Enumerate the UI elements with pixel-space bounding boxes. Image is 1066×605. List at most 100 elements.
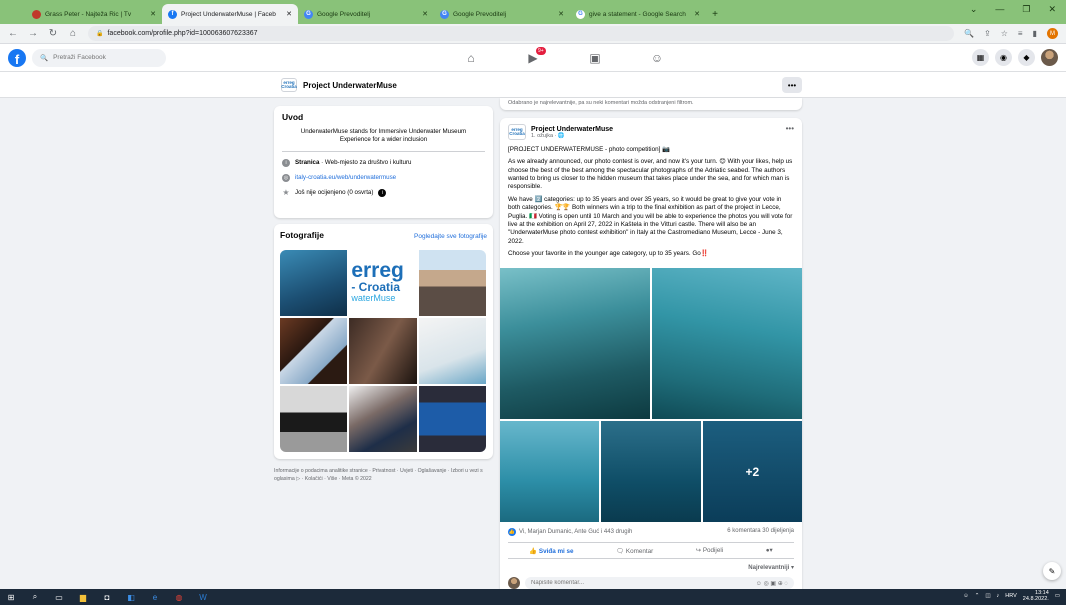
new-tab-button[interactable]: + [706,4,724,24]
post-photo[interactable] [652,268,802,419]
chrome-icon[interactable]: ◍ [174,592,184,602]
network-icon[interactable]: ◫ [985,593,990,599]
profile-avatar[interactable]: M [1047,28,1058,39]
account-avatar[interactable] [1041,49,1058,66]
tab-close-icon[interactable]: ✕ [150,10,156,18]
browser-tab-3[interactable]: G Google Prevoditelj ✕ [298,4,434,24]
photo-thumbnail[interactable] [418,386,486,452]
messenger-icon[interactable]: ◉ [995,49,1012,66]
post-actions: 👍 Sviđa mi se 🗨 Komentar ↪ Podijeli ●▾ [508,542,794,559]
main-nav-tabs: ⌂ ▶ 9+ ▣ ☺ [440,44,688,72]
comment-field[interactable]: ☺ ◎ ▣ ⊕ ◌ [525,577,794,589]
notifications-bell-icon[interactable]: ◆ [1018,49,1035,66]
comment-button[interactable]: 🗨 Komentar [616,547,653,555]
browser-tab-2[interactable]: f Project UnderwaterMuse | Faceb ✕ [162,4,298,24]
browser-toolbar: ← → ↻ ⌂ 🔒 facebook.com/profile.php?id=10… [0,24,1066,44]
word-icon[interactable]: W [198,592,208,602]
post-options-icon[interactable]: ••• [786,124,794,133]
like-button[interactable]: 👍 Sviđa mi se [529,547,573,555]
facebook-logo-icon[interactable]: f [8,48,26,67]
photo-thumbnail[interactable] [349,386,417,452]
task-view-icon[interactable]: ▭ [54,592,64,602]
edge-icon[interactable]: e [150,592,160,602]
photo-thumbnail[interactable] [418,250,486,316]
reload-icon[interactable]: ↻ [48,28,58,39]
home-icon[interactable]: ⌂ [68,28,78,39]
photo-grid: erreg - Croatia waterMuse [280,250,486,452]
facebook-search[interactable]: 🔍 [32,48,166,67]
comment-tools-icon[interactable]: ☺ ◎ ▣ ⊕ ◌ [756,580,788,587]
photo-logo-text: waterMuse [351,293,396,304]
post-photo[interactable] [601,421,701,522]
menu-grid-icon[interactable]: ▦ [972,49,989,66]
minimize-button[interactable]: — [995,4,1004,15]
photo-thumbnail[interactable] [418,318,486,384]
marketplace-nav-icon[interactable]: ▣ [564,44,626,72]
post-photo[interactable] [500,268,650,419]
volume-icon[interactable]: ♪ [997,593,1000,599]
browser-tab-5[interactable]: G give a statement - Google Search ✕ [570,4,706,24]
intro-website-row: ◎ italy-croatia.eu/web/underwatermuse [282,173,485,182]
photo-thumbnail[interactable] [349,318,417,384]
page-footer-links[interactable]: Informacije o podacima analitike stranic… [274,468,493,483]
clock[interactable]: 13:14 24.8.2022. [1023,590,1049,603]
windows-start-icon[interactable]: ⊞ [6,592,16,602]
post-author-name[interactable]: Project UnderwaterMuse [531,126,613,133]
photo-thumbnail[interactable]: erreg - Croatia waterMuse [349,250,417,316]
store-icon[interactable]: ◘ [102,592,112,602]
page-more-button[interactable]: ••• [782,77,802,93]
address-bar[interactable]: 🔒 facebook.com/profile.php?id=1000636076… [88,26,955,41]
tab-close-icon[interactable]: ✕ [422,10,428,18]
side-panel-icon[interactable]: ▮ [1033,29,1037,38]
info-icon[interactable]: i [378,188,387,197]
taskbar-search-icon[interactable]: ⌕ [30,592,40,602]
post-timestamp[interactable]: 1. ožujka · 🌐 [531,133,613,139]
comment-share-counts[interactable]: 6 komentara 30 dijeljenja [727,528,794,536]
restore-button[interactable]: ❐ [1022,4,1030,15]
comment-sort-dropdown[interactable]: Najrelevantniji ▾ [748,564,794,571]
browser-tab-1[interactable]: Grass Peter - Najteža Ric | Tv ✕ [26,4,162,24]
intro-category-row: i Stranica · Web-mjesto za društvo i kul… [282,158,485,167]
reading-list-icon[interactable]: ≡ [1018,29,1023,38]
see-all-photos-link[interactable]: Pogledajte sve fotografije [414,233,487,240]
share-button[interactable]: ↪ Podijeli [696,547,723,554]
tab-close-icon[interactable]: ✕ [286,10,292,18]
website-link[interactable]: italy-croatia.eu/web/underwatermuse [295,174,396,181]
tab-close-icon[interactable]: ✕ [558,10,564,18]
input-language[interactable]: HRV [1005,593,1017,599]
notifications-icon[interactable]: ▭ [1055,593,1060,599]
bookmark-star-icon[interactable]: ☆ [1001,29,1008,38]
file-explorer-icon[interactable]: ▆ [78,592,88,602]
comment-input[interactable] [531,580,651,586]
outlook-icon[interactable]: ◧ [126,592,136,602]
reactions-summary[interactable]: Vi, Marjan Dumanic, Ante Guć i 443 drugi… [519,529,632,535]
tab-title: give a statement - Google Search [589,10,686,18]
lock-icon[interactable]: 🔒 [96,30,103,37]
post-stats: 👍 Vi, Marjan Dumanic, Ante Guć i 443 dru… [508,528,794,536]
close-window-button[interactable]: ✕ [1048,4,1056,15]
watch-nav-icon[interactable]: ▶ 9+ [502,44,564,72]
photo-thumbnail[interactable] [280,250,348,316]
browser-tab-4[interactable]: G Google Prevoditelj ✕ [434,4,570,24]
groups-nav-icon[interactable]: ☺ [626,44,688,72]
back-icon[interactable]: ← [8,28,18,39]
photo-thumbnail[interactable] [280,318,348,384]
post-photo[interactable] [500,421,600,522]
search-input[interactable] [53,54,154,61]
tab-search-icon[interactable]: ⌄ [970,4,978,15]
audience-selector[interactable]: ●▾ [766,547,773,554]
share-icon[interactable]: ⇪ [984,29,991,38]
people-icon[interactable]: ☺ [963,593,969,599]
zoom-icon[interactable]: 🔍 [964,29,974,38]
post-photo-more[interactable]: +2 [702,421,802,522]
home-nav-icon[interactable]: ⌂ [440,44,502,72]
forward-icon[interactable]: → [28,28,38,39]
previous-post-footer: Odabrano je najrelevantnije, pa su neki … [500,98,802,110]
tab-close-icon[interactable]: ✕ [694,10,700,18]
new-message-icon[interactable]: ✎ [1043,562,1061,580]
photo-thumbnail[interactable] [280,386,348,452]
show-hidden-icons-icon[interactable]: ⌃ [975,593,980,599]
post-author-avatar[interactable]: erreg Croatia [508,124,526,140]
like-reaction-icon: 👍 [508,528,516,536]
page-identity[interactable]: erreg Croatia Project UnderwaterMuse [281,78,397,92]
